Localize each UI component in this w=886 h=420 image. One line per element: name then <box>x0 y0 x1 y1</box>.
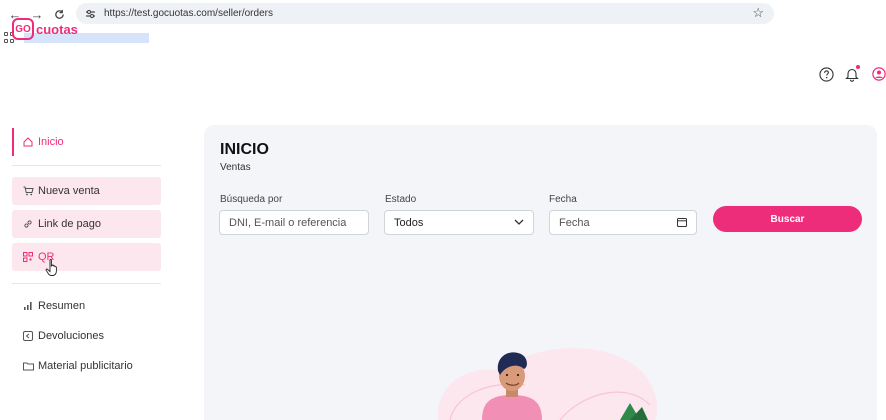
sidebar-item-label: Material publicitario <box>38 360 133 372</box>
sidebar-item-resumen[interactable]: Resumen <box>12 292 161 320</box>
address-bar[interactable]: https://test.gocuotas.com/seller/orders … <box>76 3 774 24</box>
status-select[interactable]: Todos <box>384 210 534 235</box>
home-icon <box>21 137 35 147</box>
search-input[interactable]: DNI, E-mail o referencia <box>219 210 369 235</box>
help-icon[interactable] <box>818 66 834 82</box>
cart-icon <box>21 186 35 196</box>
link-icon <box>21 219 35 229</box>
sidebar-item-qr[interactable]: QR <box>12 243 161 271</box>
date-placeholder: Fecha <box>559 216 590 229</box>
sidebar-divider <box>12 283 161 284</box>
sidebar-item-nueva-venta[interactable]: Nueva venta <box>12 177 161 205</box>
notification-dot <box>856 65 860 69</box>
sidebar-item-material-publicitario[interactable]: Material publicitario <box>12 352 161 380</box>
sidebar-item-link-de-pago[interactable]: Link de pago <box>12 210 161 238</box>
search-label: Búsqueda por <box>220 194 283 205</box>
sidebar-item-label: Inicio <box>38 136 64 148</box>
calendar-icon[interactable] <box>676 216 688 228</box>
bar-chart-icon <box>21 301 35 311</box>
gocuotas-logo[interactable]: GO cuotas <box>12 18 78 40</box>
sidebar-item-label: Link de pago <box>38 218 101 230</box>
sidebar-item-devoluciones[interactable]: Devoluciones <box>12 322 161 350</box>
sidebar-item-label: Nueva venta <box>38 185 100 197</box>
sidebar-item-label: Resumen <box>38 300 86 312</box>
user-icon[interactable] <box>872 66 886 82</box>
page-subtitle: Ventas <box>220 162 251 173</box>
sidebar-item-label: Devoluciones <box>38 330 105 342</box>
site-settings-icon[interactable] <box>82 6 98 22</box>
sidebar-divider <box>12 165 161 166</box>
search-button[interactable]: Buscar <box>713 206 862 232</box>
logo-badge: GO <box>12 18 34 40</box>
bell-icon[interactable] <box>844 65 860 82</box>
page-title: INICIO <box>220 141 269 158</box>
return-icon <box>21 331 35 341</box>
bookmarks-bar <box>0 28 886 48</box>
chevron-down-icon <box>513 216 525 228</box>
logo-text: cuotas <box>36 21 78 37</box>
status-label: Estado <box>385 194 417 205</box>
date-input[interactable]: Fecha <box>549 210 697 235</box>
browser-toolbar: ← → https://test.gocuotas.com/seller/ord… <box>0 0 886 28</box>
folder-icon <box>21 361 35 371</box>
qr-icon <box>21 252 35 262</box>
status-value: Todos <box>394 216 424 229</box>
search-placeholder: DNI, E-mail o referencia <box>229 216 347 229</box>
date-label: Fecha <box>549 194 577 205</box>
hand-cursor-icon <box>45 259 57 276</box>
sidebar-item-inicio[interactable]: Inicio <box>12 128 161 156</box>
url-text: https://test.gocuotas.com/seller/orders <box>104 8 273 19</box>
person-illustration <box>437 348 658 420</box>
bookmark-star-icon[interactable]: ☆ <box>752 5 764 21</box>
